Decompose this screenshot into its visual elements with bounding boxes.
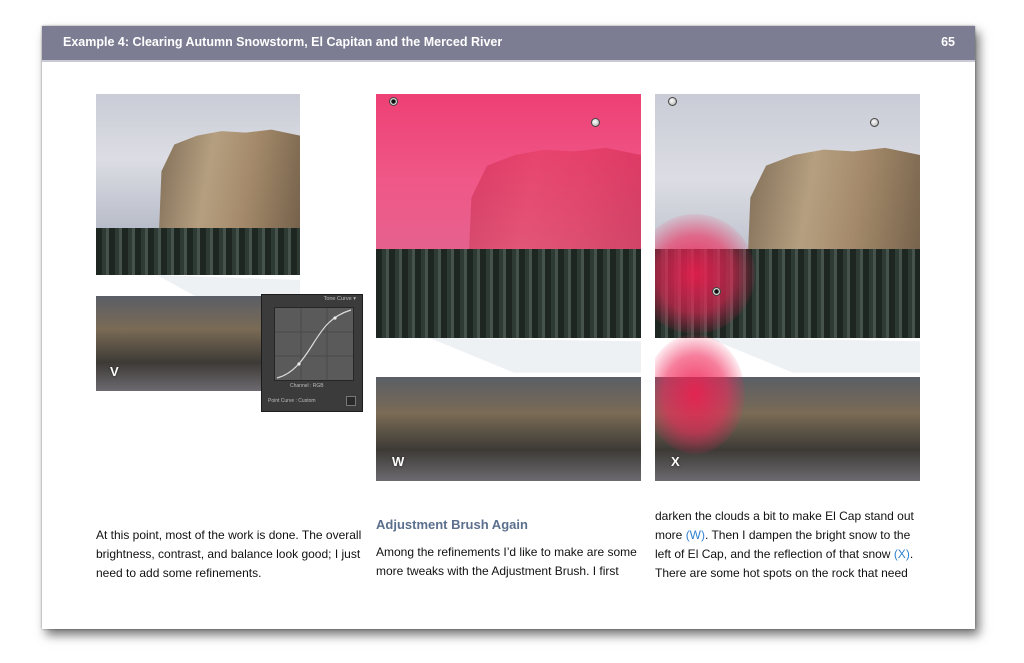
figure-label-v: V — [110, 364, 119, 379]
photo-w: W — [376, 94, 641, 481]
section-heading: Adjustment Brush Again — [376, 517, 528, 532]
point-curve-row[interactable]: Point Curve : Custom — [268, 398, 316, 404]
photo-x: X — [655, 94, 920, 481]
figure-label-x: X — [671, 454, 680, 469]
tone-curve-title: Tone Curve ▾ — [323, 296, 356, 302]
brush-pin-active[interactable] — [389, 97, 398, 106]
figure-label-w: W — [392, 454, 405, 469]
tone-curve-graph[interactable] — [274, 307, 354, 381]
brush-pin[interactable] — [870, 118, 879, 127]
body-text-right: darken the clouds a bit to make El Cap s… — [655, 509, 914, 580]
brush-pin-active[interactable] — [712, 287, 721, 296]
channel-row[interactable]: Channel : RGB — [290, 383, 324, 389]
river-reflection — [376, 376, 641, 481]
chapter-title: Example 4: Clearing Autumn Snowstorm, El… — [63, 35, 503, 49]
curve-line — [275, 308, 353, 380]
page-header: Example 4: Clearing Autumn Snowstorm, El… — [42, 26, 975, 62]
forest — [376, 248, 641, 338]
brush-pin[interactable] — [668, 97, 677, 106]
tone-curve-panel[interactable]: Tone Curve ▾ Channel : RGB Point Curve :… — [261, 294, 363, 412]
forest — [96, 227, 300, 276]
body-text-middle: Among the refinements I’d like to make a… — [376, 545, 637, 578]
figure-reference-w[interactable]: (W) — [686, 528, 705, 542]
targeted-adjustment-icon[interactable] — [346, 396, 356, 406]
page-number: 65 — [941, 35, 955, 49]
figure-reference-x[interactable]: (X) — [894, 547, 910, 561]
brush-pin[interactable] — [591, 118, 600, 127]
book-page: Example 4: Clearing Autumn Snowstorm, El… — [42, 26, 975, 629]
snow-bank — [429, 337, 641, 373]
body-text-left: At this point, most of the work is done.… — [96, 528, 362, 580]
